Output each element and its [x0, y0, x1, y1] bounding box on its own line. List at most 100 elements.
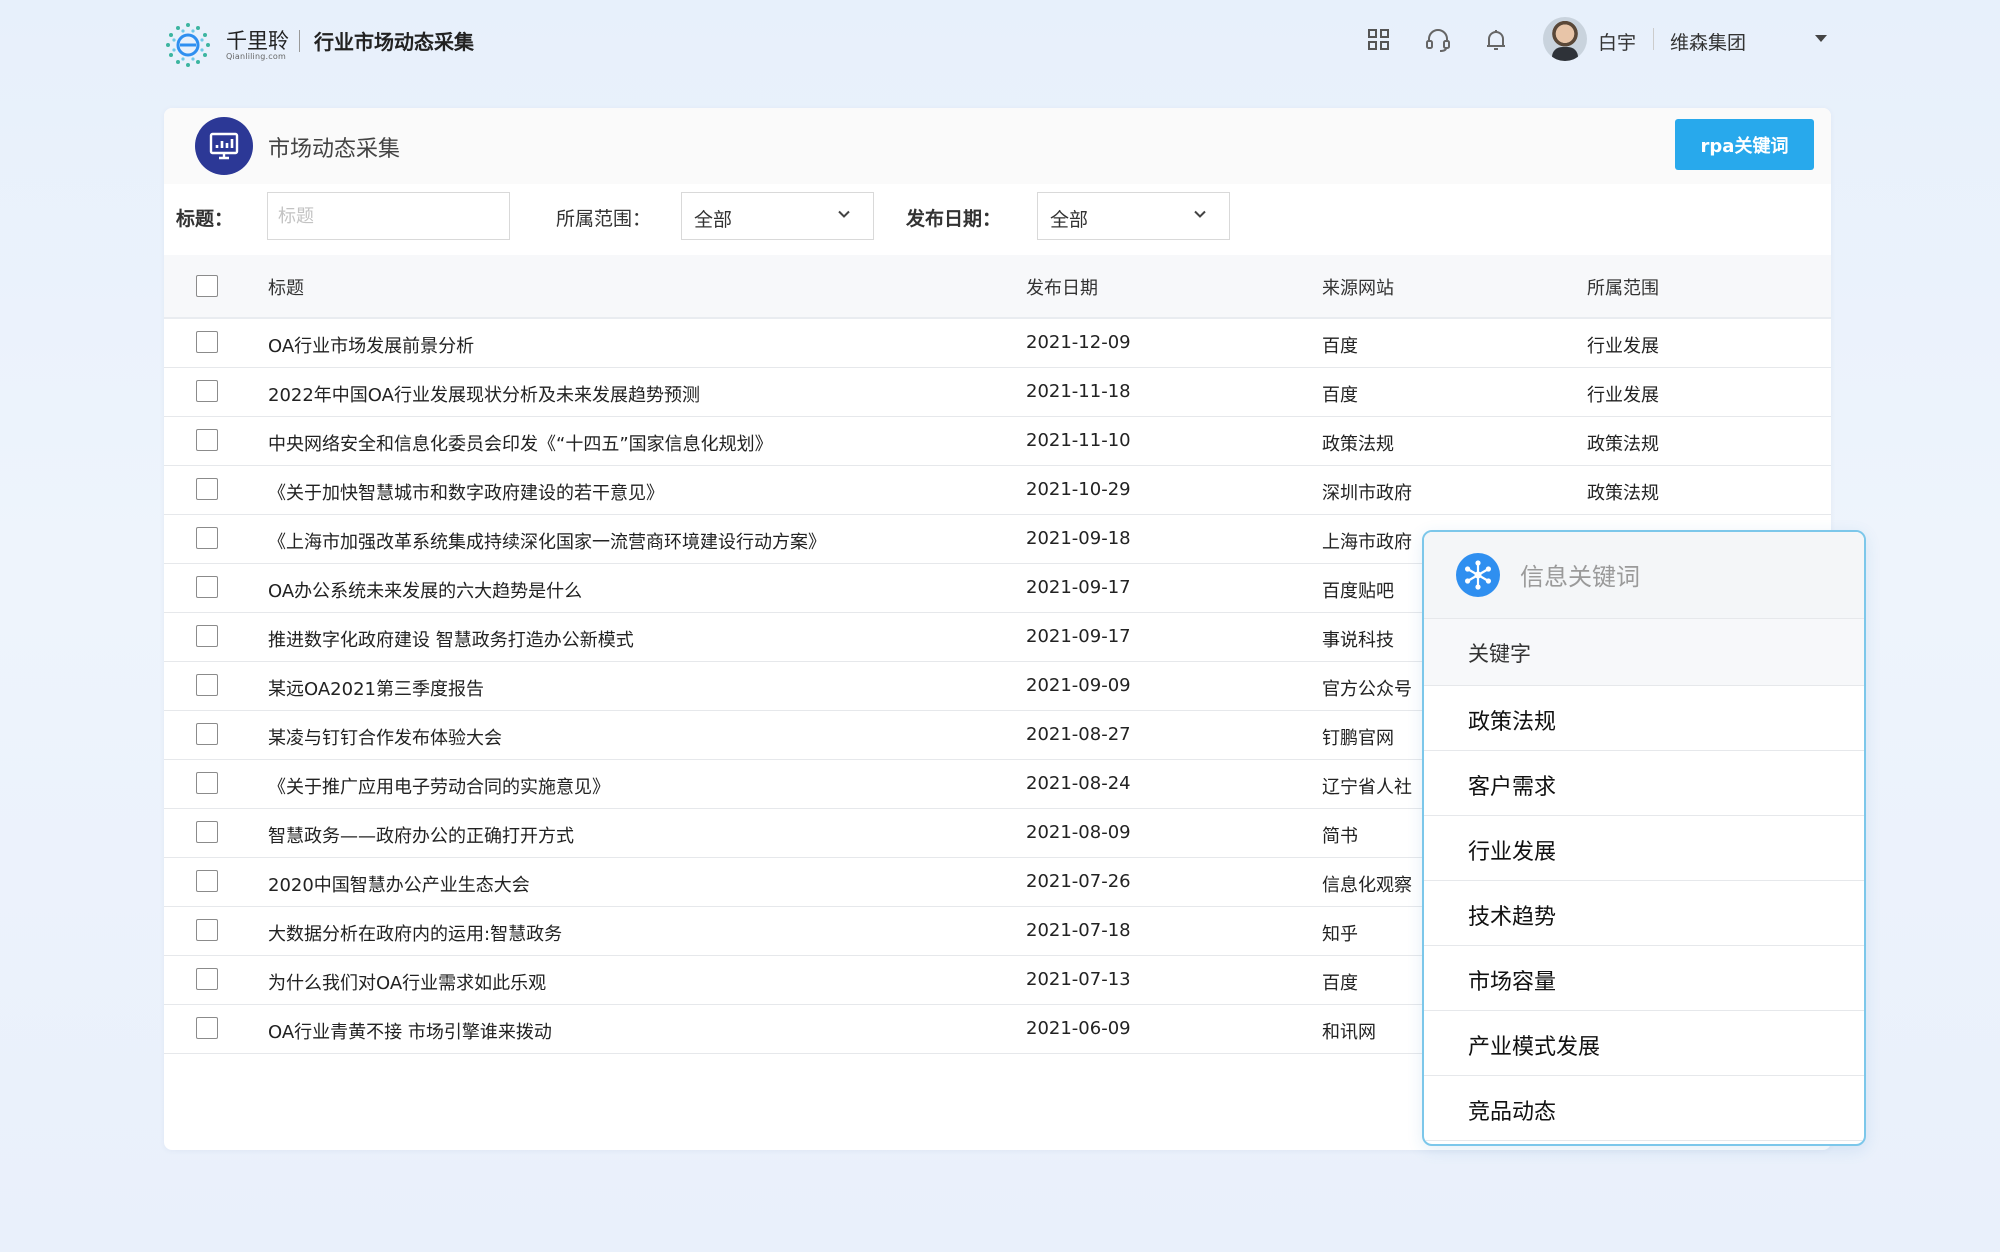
user-divider [1653, 28, 1654, 50]
brand-domain: Qianliling.com [226, 52, 286, 61]
monitor-chart-icon [195, 117, 253, 175]
title-filter-label: 标题： [176, 208, 234, 230]
row-date: 2021-08-24 [1026, 773, 1131, 794]
keyword-item[interactable]: 客户需求 [1424, 751, 1864, 816]
table-row[interactable]: OA行业市场发展前景分析 2021-12-09 百度 行业发展 [164, 319, 1831, 368]
keyword-item-label: 客户需求 [1468, 775, 1557, 800]
row-scope: 行业发展 [1587, 385, 1659, 406]
row-source: 百度 [1322, 973, 1358, 994]
keyword-item-label: 市场容量 [1468, 970, 1557, 995]
row-checkbox[interactable] [196, 821, 218, 843]
row-source: 百度 [1322, 385, 1358, 406]
keyword-item[interactable]: 竞品动态 [1424, 1076, 1864, 1141]
date-select-value: 全部 [1050, 209, 1089, 231]
row-source: 钉鹏官网 [1322, 728, 1394, 749]
row-date: 2021-12-09 [1026, 332, 1131, 353]
row-title[interactable]: 某远OA2021第三季度报告 [268, 675, 484, 701]
select-all-checkbox[interactable] [196, 275, 218, 297]
row-title[interactable]: 智慧政务——政府办公的正确打开方式 [268, 822, 574, 848]
row-date: 2021-10-29 [1026, 479, 1131, 500]
keyword-item-label: 产业模式发展 [1468, 1035, 1601, 1060]
title-search-input[interactable] [267, 192, 510, 240]
row-source: 信息化观察 [1322, 875, 1412, 896]
keyword-item[interactable]: 产业模式发展 [1424, 1011, 1864, 1076]
row-title[interactable]: OA行业市场发展前景分析 [268, 332, 474, 358]
row-scope: 政策法规 [1587, 434, 1659, 455]
top-bar: 千里聆 Qianliling.com 行业市场动态采集 白宇 维森集团 [0, 0, 2000, 84]
keyword-item-label: 技术趋势 [1468, 905, 1557, 930]
row-title[interactable]: 某凌与钉钉合作发布体验大会 [268, 724, 502, 750]
keyword-item-label: 行业发展 [1468, 840, 1557, 865]
row-title[interactable]: 《关于加快智慧城市和数字政府建设的若干意见》 [268, 479, 664, 505]
row-checkbox[interactable] [196, 723, 218, 745]
row-checkbox[interactable] [196, 968, 218, 990]
user-name[interactable]: 白宇 [1598, 28, 1636, 55]
row-date: 2021-09-17 [1026, 577, 1131, 598]
row-checkbox[interactable] [196, 772, 218, 794]
row-title[interactable]: 推进数字化政府建设 智慧政务打造办公新模式 [268, 626, 634, 652]
row-checkbox[interactable] [196, 478, 218, 500]
row-title[interactable]: 为什么我们对OA行业需求如此乐观 [268, 969, 546, 995]
column-header-source[interactable]: 来源网站 [1322, 274, 1394, 300]
keyword-item[interactable]: 政策法规 [1424, 686, 1864, 751]
row-source: 政策法规 [1322, 434, 1394, 455]
grid-icon[interactable] [1365, 26, 1393, 54]
row-date: 2021-08-27 [1026, 724, 1131, 745]
table-row[interactable]: 中央网络安全和信息化委员会印发《“十四五”国家信息化规划》 2021-11-10… [164, 417, 1831, 466]
caret-down-icon[interactable] [1815, 35, 1827, 42]
card-header: 市场动态采集 rpa关键词 [164, 108, 1831, 184]
row-checkbox[interactable] [196, 331, 218, 353]
column-header-date[interactable]: 发布日期 [1026, 274, 1098, 300]
column-header-scope[interactable]: 所属范围 [1587, 274, 1659, 300]
row-source: 百度 [1322, 336, 1358, 357]
row-source: 简书 [1322, 826, 1358, 847]
table-row[interactable]: 《关于加快智慧城市和数字政府建设的若干意见》 2021-10-29 深圳市政府 … [164, 466, 1831, 515]
bell-icon[interactable] [1482, 26, 1510, 54]
row-title[interactable]: OA办公系统未来发展的六大趋势是什么 [268, 577, 582, 603]
row-title[interactable]: 2022年中国OA行业发展现状分析及未来发展趋势预测 [268, 381, 700, 407]
rpa-keywords-button[interactable]: rpa关键词 [1675, 119, 1814, 170]
keyword-item[interactable]: 行业发展 [1424, 816, 1864, 881]
row-source: 知乎 [1322, 924, 1358, 945]
table-row[interactable]: 2022年中国OA行业发展现状分析及未来发展趋势预测 2021-11-18 百度… [164, 368, 1831, 417]
row-checkbox[interactable] [196, 576, 218, 598]
row-source: 上海市政府 [1322, 532, 1412, 553]
scope-select[interactable]: 全部 [681, 192, 874, 240]
row-source: 和讯网 [1322, 1022, 1376, 1043]
keyword-item-label: 政策法规 [1468, 710, 1557, 735]
brand-logo [166, 23, 210, 67]
keyword-item[interactable]: 市场容量 [1424, 946, 1864, 1011]
row-checkbox[interactable] [196, 429, 218, 451]
keyword-item[interactable]: 技术趋势 [1424, 881, 1864, 946]
org-name[interactable]: 维森集团 [1670, 28, 1746, 55]
row-checkbox[interactable] [196, 919, 218, 941]
date-select[interactable]: 全部 [1037, 192, 1230, 240]
keyword-panel-header: 信息关键词 [1424, 532, 1864, 619]
row-source: 辽宁省人社 [1322, 777, 1412, 798]
row-date: 2021-07-13 [1026, 969, 1131, 990]
row-checkbox[interactable] [196, 1017, 218, 1039]
brand-divider [299, 30, 300, 52]
row-checkbox[interactable] [196, 380, 218, 402]
row-date: 2021-07-18 [1026, 920, 1131, 941]
row-title[interactable]: 2020中国智慧办公产业生态大会 [268, 871, 530, 897]
row-checkbox[interactable] [196, 527, 218, 549]
row-date: 2021-06-09 [1026, 1018, 1131, 1039]
column-header-title[interactable]: 标题 [268, 274, 304, 300]
row-checkbox[interactable] [196, 674, 218, 696]
row-title[interactable]: 大数据分析在政府内的运用:智慧政务 [268, 920, 562, 946]
headset-icon[interactable] [1424, 26, 1452, 54]
chevron-down-icon [838, 210, 850, 218]
row-date: 2021-09-17 [1026, 626, 1131, 647]
row-title[interactable]: 中央网络安全和信息化委员会印发《“十四五”国家信息化规划》 [268, 430, 773, 456]
row-title[interactable]: OA行业青黄不接 市场引擎谁来拨动 [268, 1018, 552, 1044]
row-title[interactable]: 《上海市加强改革系统集成持续深化国家一流营商环境建设行动方案》 [268, 528, 826, 554]
row-title[interactable]: 《关于推广应用电子劳动合同的实施意见》 [268, 773, 610, 799]
row-source: 事说科技 [1322, 630, 1394, 651]
avatar[interactable] [1543, 17, 1587, 61]
scope-filter-label: 所属范围： [556, 208, 652, 230]
row-checkbox[interactable] [196, 625, 218, 647]
row-checkbox[interactable] [196, 870, 218, 892]
row-date: 2021-09-18 [1026, 528, 1131, 549]
row-date: 2021-09-09 [1026, 675, 1131, 696]
